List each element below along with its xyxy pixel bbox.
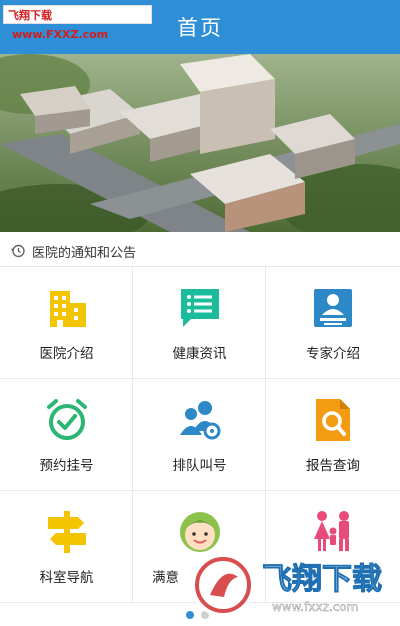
page-title: 首页	[177, 16, 223, 40]
menu-item-report-query[interactable]: 报告查询	[266, 379, 400, 491]
menu-item-experts[interactable]: 专家介绍	[266, 267, 400, 379]
hospital-aerial-illustration	[0, 54, 400, 232]
menu-item-label: 健康资讯	[172, 346, 227, 362]
menu-item-label: 专家介绍	[306, 346, 360, 362]
menu-item-label: 报告查询	[306, 458, 360, 474]
history-clock-icon	[11, 244, 25, 258]
menu-item-label: 预约挂号	[39, 458, 94, 474]
doctor-card-icon	[314, 289, 352, 327]
alarm-clock-icon	[47, 399, 87, 440]
menu-item-appointment[interactable]: 预约挂号	[0, 379, 133, 491]
notice-label: 医院的通知和公告	[32, 246, 137, 261]
menu-item-health-news[interactable]: 健康资讯	[133, 267, 266, 379]
menu-item-department-nav[interactable]: 科室导航	[0, 491, 133, 603]
queue-people-icon	[180, 401, 221, 440]
news-list-icon	[181, 289, 219, 327]
notice-bar[interactable]: 医院的通知和公告	[0, 236, 400, 267]
watermark-brand-text: 飞翔下载	[262, 562, 382, 597]
hospital-banner-image[interactable]	[0, 54, 400, 232]
site-watermark-logo: 飞翔下载 www.fxxz.com	[191, 553, 383, 617]
building-icon	[50, 291, 86, 327]
title-bar: 飞翔下载www.FXXZ.com 首页	[0, 0, 400, 54]
menu-item-label: 医院介绍	[39, 346, 94, 362]
report-search-icon	[316, 399, 350, 441]
menu-item-hospital-intro[interactable]: 医院介绍	[0, 267, 133, 379]
menu-item-label: 排队叫号	[172, 458, 227, 474]
menu-item-queue[interactable]: 排队叫号	[133, 379, 266, 491]
signpost-icon	[48, 511, 86, 553]
watermark-url-text: www.fxxz.com	[272, 600, 358, 614]
